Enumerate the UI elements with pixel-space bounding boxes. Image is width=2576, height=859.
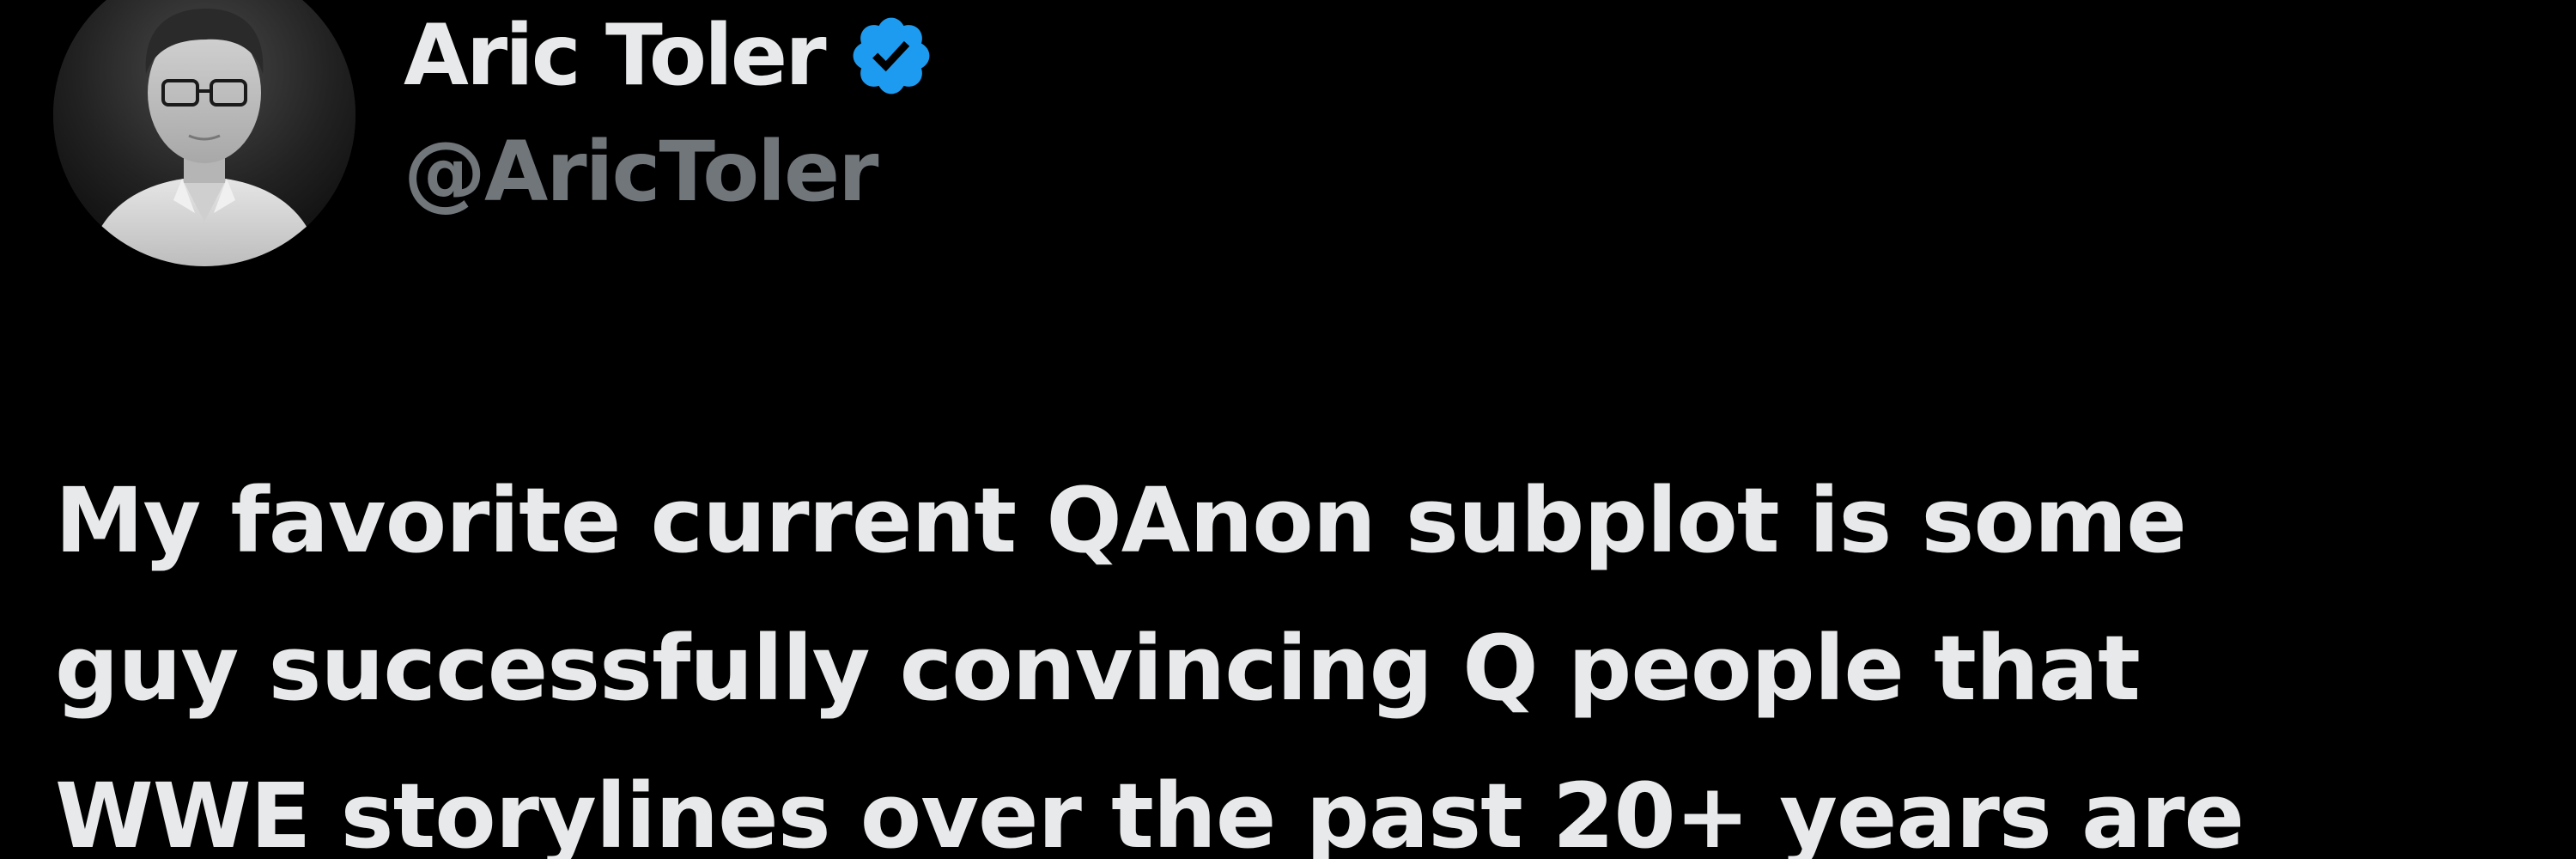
tweet-text-line: WWE storylines over the past 20+ years a…: [55, 764, 2245, 859]
avatar[interactable]: [53, 0, 355, 266]
verified-badge-icon: [847, 11, 936, 101]
tweet-text-line: My favorite current QAnon subplot is som…: [55, 468, 2187, 573]
author-row: Aric Toler: [404, 0, 936, 112]
tweet-text: My favorite current QAnon subplot is som…: [55, 447, 2528, 859]
display-name[interactable]: Aric Toler: [404, 14, 827, 98]
avatar-image: [53, 0, 355, 266]
author-handle[interactable]: @AricToler: [404, 131, 878, 213]
tweet-card: Aric Toler @AricToler My favorite curren…: [0, 0, 2576, 859]
tweet-text-line: guy successfully convincing Q people tha…: [55, 616, 2141, 721]
